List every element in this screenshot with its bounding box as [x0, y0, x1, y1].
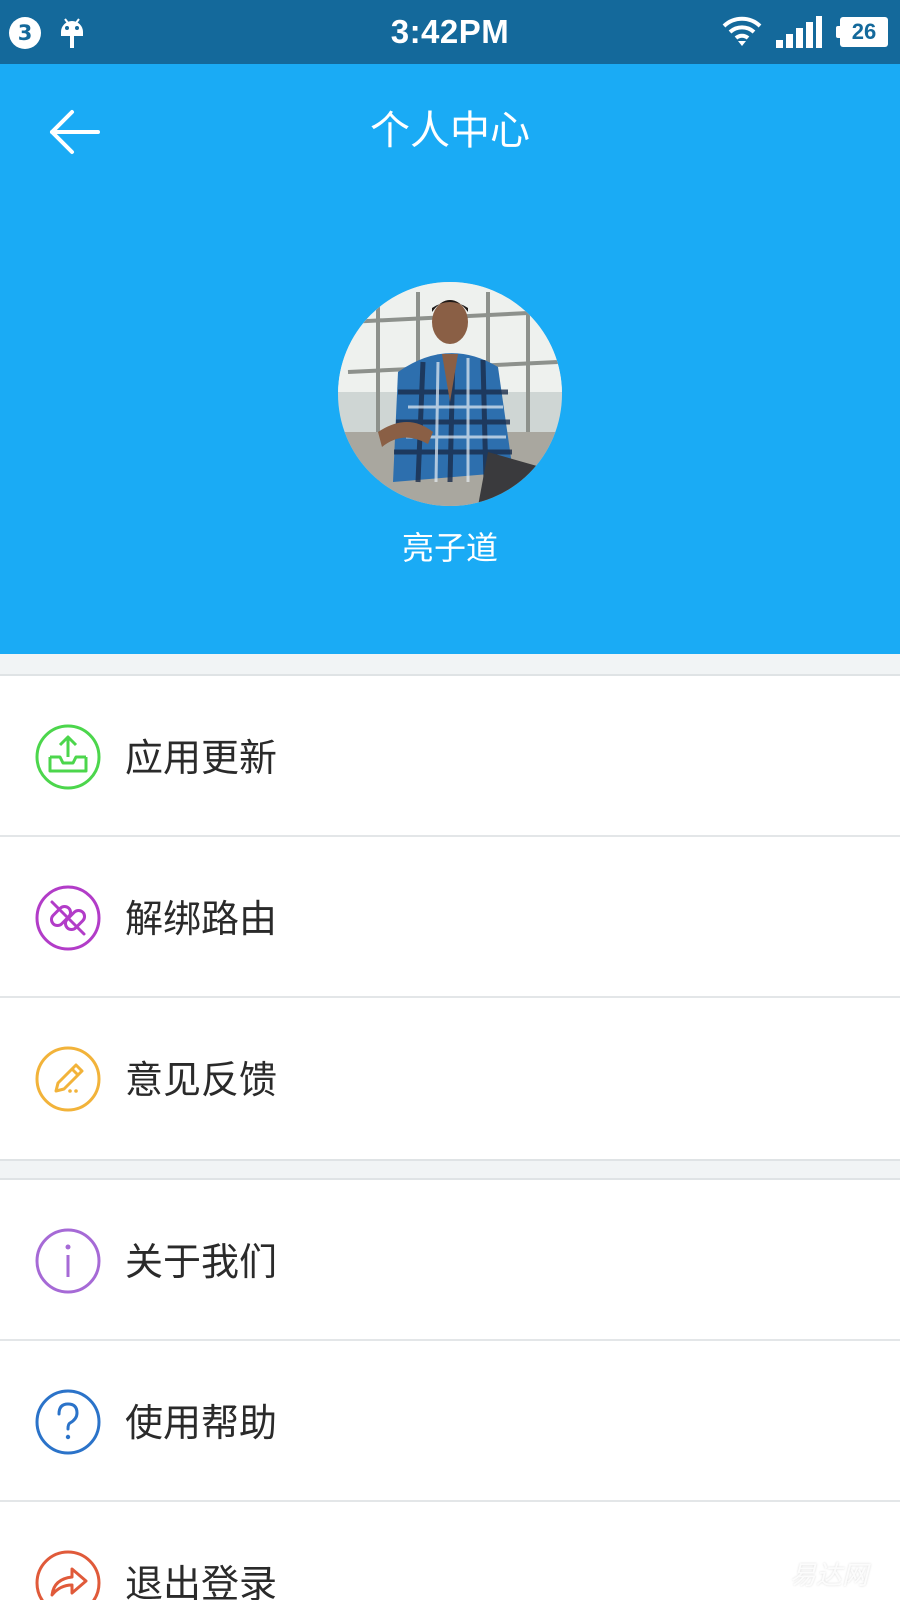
battery-icon: 26 [836, 17, 888, 47]
status-bar: 3 3:42PM 26 [0, 0, 900, 64]
unbind-router-icon [34, 884, 102, 952]
menu-group-secondary: 关于我们 使用帮助 退出登录 [0, 1178, 900, 1600]
menu-item-label: 关于我们 [125, 1240, 278, 1284]
profile-header: 个人中心 亮子道 [0, 64, 900, 654]
menu-item-about[interactable]: 关于我们 [0, 1180, 900, 1341]
menu-group-primary: 应用更新 解绑路由 意见反馈 [0, 674, 900, 1161]
username: 亮子道 [401, 529, 498, 567]
menu-item-logout[interactable]: 退出登录 [0, 1502, 900, 1600]
status-time: 3:42PM [390, 13, 510, 50]
menu-item-unbind-router[interactable]: 解绑路由 [0, 837, 900, 998]
about-icon [34, 1227, 102, 1295]
menu-item-help[interactable]: 使用帮助 [0, 1341, 900, 1502]
menu-item-label: 退出登录 [125, 1562, 278, 1600]
feedback-icon [34, 1045, 102, 1113]
watermark: 易达网 [789, 1561, 868, 1591]
logout-icon [34, 1549, 102, 1600]
menu-item-label: 应用更新 [125, 736, 278, 780]
menu-item-label: 解绑路由 [125, 897, 278, 941]
page-title: 个人中心 [370, 108, 530, 154]
battery-level: 26 [851, 19, 877, 44]
menu-item-feedback[interactable]: 意见反馈 [0, 998, 900, 1159]
avatar[interactable] [338, 282, 562, 506]
menu-item-app-update[interactable]: 应用更新 [0, 676, 900, 837]
screen: 3 3:42PM 26 个人中心 亮子道 应用更新 解绑路由 意见反馈 关于我们… [0, 0, 900, 1600]
app-update-icon [34, 723, 102, 791]
menu-item-label: 使用帮助 [125, 1401, 278, 1445]
wifi-icon [722, 14, 762, 52]
signal-icon [776, 16, 822, 52]
help-icon [34, 1388, 102, 1456]
menu-item-label: 意见反馈 [125, 1058, 278, 1102]
